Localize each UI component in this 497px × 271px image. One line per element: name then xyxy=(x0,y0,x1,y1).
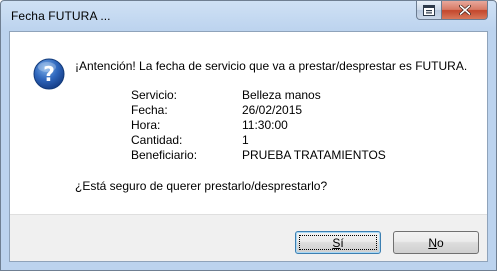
detail-row-cantidad: Cantidad: 1 xyxy=(131,133,386,148)
detail-value: PRUEBA TRATAMIENTOS xyxy=(242,148,386,162)
close-icon xyxy=(458,5,471,15)
detail-row-hora: Hora: 11:30:00 xyxy=(131,118,386,133)
detail-row-beneficiario: Beneficiario: PRUEBA TRATAMIENTOS xyxy=(131,148,386,163)
dialog-content: ? ¡Antención! La fecha de servicio que v… xyxy=(9,31,488,262)
dialog-window: Fecha FUTURA ... ? ¡Antención! La fecha … xyxy=(0,0,497,271)
window-menu-icon xyxy=(423,4,435,16)
window-title: Fecha FUTURA ... xyxy=(11,9,111,23)
no-button[interactable]: No xyxy=(393,231,479,254)
detail-row-fecha: Fecha: 26/02/2015 xyxy=(131,103,386,118)
question-icon: ? xyxy=(33,58,65,90)
detail-value: Belleza manos xyxy=(242,88,321,102)
detail-value: 26/02/2015 xyxy=(242,103,303,117)
warning-message: ¡Antención! La fecha de servicio que va … xyxy=(75,59,468,73)
yes-label-rest: í xyxy=(340,235,344,250)
service-details: Servicio: Belleza manos Fecha: 26/02/2015 … xyxy=(131,88,386,163)
window-menu-button[interactable] xyxy=(416,1,442,20)
detail-label: Servicio: xyxy=(131,88,178,102)
no-label-rest: o xyxy=(436,235,444,250)
detail-row-servicio: Servicio: Belleza manos xyxy=(131,88,386,103)
confirmation-question: ¿Está seguro de querer prestarlo/despres… xyxy=(75,179,328,193)
detail-label: Cantidad: xyxy=(131,133,183,147)
no-mnemonic: N xyxy=(428,235,437,250)
title-bar[interactable]: Fecha FUTURA ... xyxy=(1,1,496,31)
close-button[interactable] xyxy=(441,1,488,20)
yes-button[interactable]: Sí xyxy=(295,231,381,254)
no-button-label: No xyxy=(428,236,443,250)
detail-value: 1 xyxy=(242,133,249,147)
yes-button-label: Sí xyxy=(332,236,343,250)
detail-label: Fecha: xyxy=(131,103,168,117)
svg-text:?: ? xyxy=(43,62,55,86)
detail-label: Beneficiario: xyxy=(131,148,198,162)
detail-label: Hora: xyxy=(131,118,161,132)
detail-value: 11:30:00 xyxy=(242,118,288,132)
